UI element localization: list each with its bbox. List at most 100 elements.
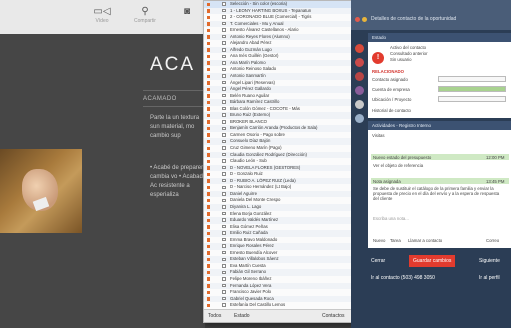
option-consulted[interactable]: Consultado anterior	[390, 51, 428, 56]
list-item-label: Enrique Rosales Pérez	[230, 243, 274, 249]
calendar-icon[interactable]	[355, 58, 364, 67]
checkbox[interactable]	[222, 67, 226, 72]
list-item-label: Emilio Ruiz Cañada	[230, 230, 268, 236]
checkbox[interactable]	[222, 126, 226, 131]
profile-link[interactable]: Ir al perfil	[479, 272, 500, 284]
flag-icon	[207, 35, 210, 39]
photo-button[interactable]: ◙	[170, 6, 204, 28]
next-button[interactable]: Siguiente	[479, 255, 500, 267]
checkbox[interactable]	[222, 277, 226, 281]
footer-all[interactable]: Todos	[208, 310, 221, 322]
checkbox[interactable]	[222, 250, 226, 255]
assigned-contact-field[interactable]	[438, 76, 506, 82]
checkbox[interactable]	[222, 8, 226, 13]
checkbox[interactable]	[222, 172, 226, 176]
compose-input[interactable]: Escriba una nota...	[373, 216, 409, 221]
checkbox[interactable]	[222, 178, 226, 183]
list-item-label: Eduardo Valdés Martínez	[230, 217, 279, 223]
checkbox[interactable]	[222, 93, 226, 98]
field-label: Cuenta de empresa	[372, 87, 410, 92]
call-button[interactable]: Llamar a contacto	[408, 238, 442, 243]
project-field[interactable]	[438, 96, 506, 102]
tab-visits[interactable]: Visitas	[372, 133, 385, 138]
option-active[interactable]: Activo del contacto	[390, 45, 426, 50]
checkbox[interactable]	[222, 106, 226, 111]
list-item-label: Ernesto Álvarez Castellanos - Alario	[230, 27, 299, 33]
checkbox[interactable]	[222, 113, 226, 117]
company-field[interactable]	[438, 86, 506, 92]
checkbox[interactable]	[222, 218, 226, 222]
checkbox[interactable]	[222, 270, 226, 275]
checkbox[interactable]	[222, 61, 226, 65]
checkbox[interactable]	[222, 283, 226, 288]
list-item-label: Ángel Pérez Gallardo	[230, 86, 271, 92]
list-item-label: Belén Ruano Aguilar	[230, 92, 270, 98]
list-item-label: Cruz Gimeno Marín (Pago)	[230, 145, 282, 151]
checkbox[interactable]	[222, 34, 226, 39]
checkbox[interactable]	[222, 80, 226, 85]
home-icon[interactable]	[355, 44, 364, 53]
dropdown-footer: Todos Estado Contactos	[204, 309, 352, 322]
alert-icon: !	[372, 52, 384, 64]
save-button[interactable]: Guardar cambios	[409, 255, 456, 267]
checkbox[interactable]	[222, 231, 226, 235]
share-button[interactable]: ⚲ Compartir	[128, 6, 162, 28]
flag-icon	[207, 290, 210, 295]
checkbox[interactable]	[222, 152, 226, 157]
option-none[interactable]: Sin usuario	[390, 57, 412, 62]
checkbox[interactable]	[222, 100, 226, 104]
gear-icon[interactable]	[355, 100, 364, 109]
checkbox[interactable]	[222, 290, 226, 294]
contact-dropdown[interactable]: Selección - Sin color (escoria) 1 - LEONY…	[203, 0, 353, 323]
flag-icon	[207, 179, 210, 183]
minimize-icon[interactable]	[362, 17, 367, 22]
mail-button[interactable]: Correo	[486, 238, 499, 243]
new-button[interactable]: Nuevo	[373, 238, 385, 243]
checkbox[interactable]	[222, 15, 226, 19]
list-item-label: D - Gonzalo Ruiz	[230, 171, 263, 177]
mail-icon[interactable]	[355, 72, 364, 81]
checkbox[interactable]	[222, 224, 226, 229]
checkbox[interactable]	[222, 165, 226, 170]
checkbox[interactable]	[222, 264, 226, 268]
list-item-label: Antonio Reyes Flores (Alumno)	[230, 33, 290, 39]
checkbox[interactable]	[222, 159, 226, 163]
chart-icon[interactable]	[355, 86, 364, 95]
flag-icon	[207, 113, 210, 118]
footer-contacts[interactable]: Contactos	[322, 310, 345, 322]
list-item-label: Elena Borja González	[230, 210, 272, 216]
close-button[interactable]: Cerrar	[371, 255, 385, 267]
checkbox[interactable]	[222, 74, 226, 78]
checkbox[interactable]	[222, 2, 226, 6]
checkbox[interactable]	[222, 244, 226, 248]
video-button[interactable]: ▭◁ Vídeo	[85, 6, 119, 28]
close-icon[interactable]	[355, 17, 360, 22]
footer-status[interactable]: Estado	[234, 310, 250, 322]
list-item-label: 1 - LEONY HARTING BOXUS - Tepanatun	[230, 7, 312, 13]
checkbox[interactable]	[222, 28, 226, 32]
flag-icon	[207, 48, 210, 52]
flag-icon	[207, 218, 210, 223]
checkbox[interactable]	[222, 185, 226, 189]
checkbox[interactable]	[222, 237, 226, 242]
checkbox[interactable]	[222, 205, 226, 209]
call-contact-link[interactable]: Ir al contacto (503) 498 3050	[371, 272, 435, 284]
task-button[interactable]: Tarea	[390, 238, 401, 243]
panel-title: Detalles de contacto de la oportunidad	[371, 16, 457, 22]
checkbox[interactable]	[222, 21, 226, 26]
checkbox[interactable]	[222, 48, 226, 52]
checkbox[interactable]	[222, 41, 226, 45]
checkbox[interactable]	[222, 139, 226, 144]
checkbox[interactable]	[222, 303, 226, 307]
checkbox[interactable]	[222, 87, 226, 91]
checkbox[interactable]	[222, 133, 226, 137]
user-icon[interactable]	[355, 114, 364, 123]
checkbox[interactable]	[222, 120, 226, 124]
checkbox[interactable]	[222, 211, 226, 216]
checkbox[interactable]	[222, 146, 226, 150]
checkbox[interactable]	[222, 257, 226, 262]
checkbox[interactable]	[222, 296, 226, 301]
checkbox[interactable]	[222, 192, 226, 196]
checkbox[interactable]	[222, 54, 226, 59]
checkbox[interactable]	[222, 198, 226, 203]
